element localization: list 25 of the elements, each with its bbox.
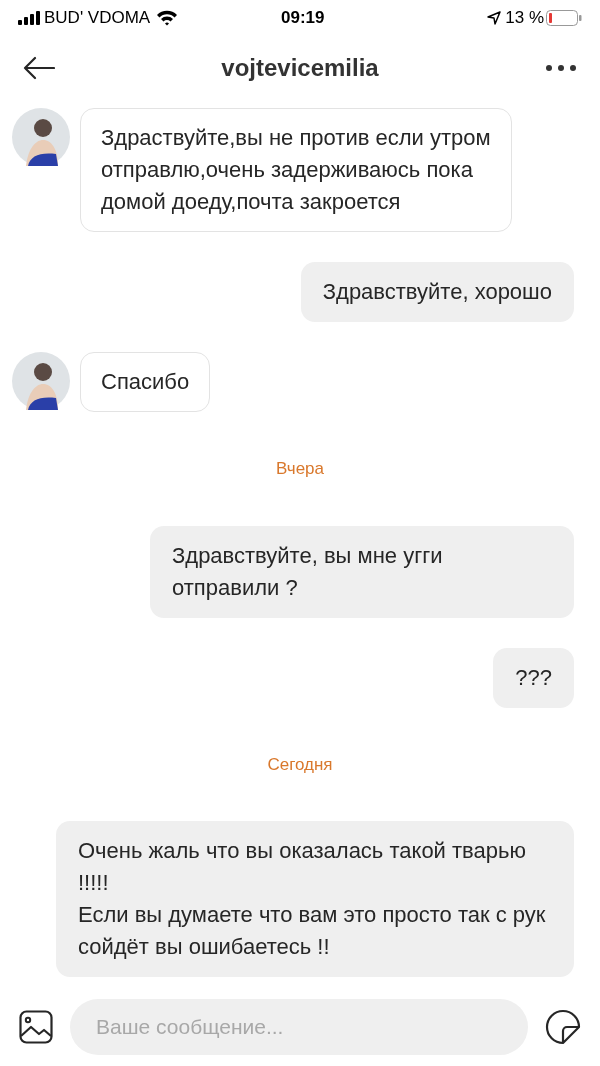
- avatar: [12, 108, 70, 166]
- battery-icon: [546, 10, 582, 26]
- battery-percentage: 13 %: [505, 7, 544, 30]
- date-separator: Сегодня: [267, 753, 333, 776]
- message-bubble: Спасибо: [80, 352, 211, 412]
- message-bubble: ???: [493, 647, 574, 708]
- back-arrow-icon: [23, 56, 55, 80]
- clock: 09:19: [281, 7, 326, 30]
- message-bubble: Очень жаль что вы оказалась такой тварью !!!!! Если вы думаете что вам это просто так с рук сойдёт вы ошибаетесь !!: [56, 821, 574, 977]
- avatar: [12, 352, 70, 410]
- sticker-button[interactable]: [544, 1008, 582, 1046]
- carrier-name: BUD' VDOMA: [44, 7, 151, 30]
- sticker-icon: [545, 1009, 581, 1045]
- image-icon: [19, 1010, 53, 1044]
- date-separator: Вчера: [276, 458, 324, 480]
- wifi-icon: [156, 10, 179, 26]
- message-bubble: Здравствуйте, хорошо: [300, 262, 574, 322]
- message-bubble: Здраствуйте,вы не против если утром отправлю,очень задерживаюсь пока домой доеду,почта закроется: [80, 108, 512, 232]
- more-icon: [545, 64, 577, 72]
- message-input[interactable]: Ваше сообщение...: [70, 999, 528, 1055]
- location-icon: [487, 11, 502, 25]
- chat-title: vojtevicemilia: [221, 53, 379, 83]
- message-bubble: Здравствуйте, вы мне угги отправили ?: [150, 525, 574, 618]
- signal-icon: [18, 11, 40, 25]
- gallery-button[interactable]: [18, 1009, 54, 1045]
